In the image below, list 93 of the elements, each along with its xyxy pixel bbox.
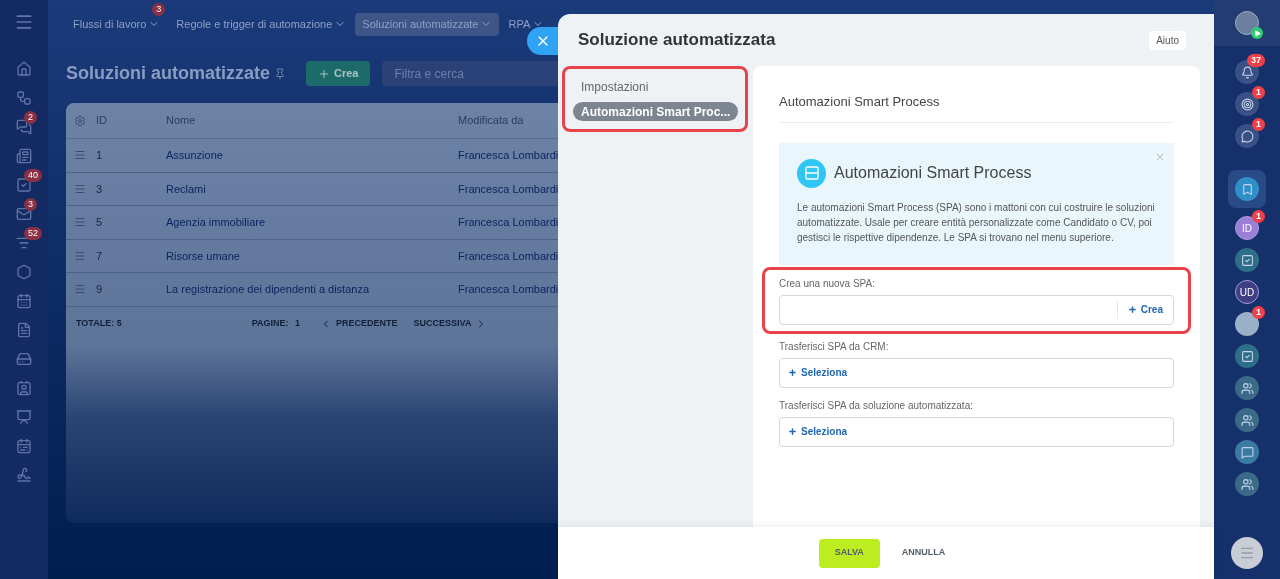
table-cell-text: 9 — [96, 282, 104, 297]
count-badge: 3 — [152, 2, 166, 16]
count-badge: 40 — [24, 169, 42, 182]
document-icon[interactable] — [16, 322, 32, 338]
checkbox-icon[interactable] — [16, 177, 32, 193]
drag-handle-icon[interactable] — [74, 249, 86, 262]
user-link[interactable]: Francesca Lombardi — [458, 147, 559, 164]
play-icon — [1251, 27, 1263, 39]
checkbox-icon[interactable] — [1235, 344, 1259, 368]
users-icon[interactable] — [1235, 408, 1259, 432]
menu-item[interactable]: Impostazioni — [573, 77, 657, 96]
chat-icon[interactable] — [16, 119, 32, 135]
column-header: Nome — [166, 113, 197, 129]
user-link[interactable]: Francesca Lombardi — [458, 281, 559, 298]
table-cell-text: 3 — [96, 181, 104, 197]
plus-icon — [788, 427, 797, 436]
input-field[interactable]: Crea — [779, 294, 1174, 325]
user-link[interactable]: Francesca Lombardi — [458, 214, 559, 231]
users-icon[interactable] — [1235, 472, 1259, 496]
count-badge: 2 — [24, 111, 37, 124]
count-badge: 1 — [1252, 86, 1265, 99]
nav-tab[interactable]: Soluzioni automatizzate — [355, 12, 500, 36]
user-link[interactable]: Francesca Lombardi — [458, 247, 559, 264]
table-cell-text: 1 — [96, 148, 104, 163]
column-header: Modificata da — [458, 113, 524, 129]
field-label: Crea una nuova SPA: — [779, 276, 876, 291]
page-title: Soluzioni automatizzate — [66, 62, 270, 85]
previous-button[interactable]: PRECEDENTE — [320, 316, 398, 331]
menu-item[interactable]: Automazioni Smart Proc... — [573, 102, 739, 121]
table-cell-text: 5 — [96, 215, 104, 230]
name-link[interactable]: Assunzione — [166, 147, 458, 164]
plus-icon — [318, 67, 330, 80]
drag-handle-icon[interactable] — [74, 216, 86, 229]
total-label: TOTALE: 5 — [76, 316, 122, 330]
pin-icon[interactable] — [274, 67, 286, 80]
user-link[interactable]: Francesca Lombardi — [458, 180, 559, 197]
info-text: Le automazioni Smart Process (SPA) sono i mattoni con cui costruire le soluzioni automatizzate. Usale per creare entità personalizzate come Candidato o CV, poi gestisci le rispettive dipendenze. Le SPA si trovano nel menu superiore. — [797, 200, 1156, 245]
count-badge: 1 — [1252, 306, 1265, 319]
save-button[interactable]: SALVA — [818, 538, 880, 568]
drive-icon[interactable] — [16, 351, 32, 367]
avatar[interactable] — [1235, 11, 1259, 35]
count-badge: 1 — [1252, 118, 1265, 131]
pages-label: PAGINE: 1 — [251, 316, 301, 330]
help-button[interactable]: Aiuto — [1149, 30, 1186, 50]
menu-icon[interactable] — [14, 12, 34, 32]
close-button[interactable] — [527, 27, 558, 55]
count-badge: 3 — [24, 198, 37, 211]
nav-tab[interactable]: Regole e trigger di automazione — [169, 12, 354, 36]
count-badge: 52 — [24, 227, 42, 240]
calendar-icon[interactable] — [16, 438, 32, 454]
table-cell-text: 7 — [96, 248, 104, 264]
select-field[interactable]: Seleziona — [779, 357, 1174, 388]
panel-title: Soluzione automatizzata — [578, 29, 776, 52]
bookmark-icon[interactable] — [1235, 177, 1259, 201]
name-link[interactable]: Reclami — [166, 180, 458, 197]
calendar-icon[interactable] — [16, 293, 32, 309]
menu-button[interactable] — [1231, 537, 1263, 569]
contact-icon[interactable] — [16, 380, 32, 396]
settings-icon[interactable] — [74, 114, 86, 127]
count-badge: 37 — [1247, 54, 1265, 67]
board-icon[interactable] — [16, 409, 32, 425]
count-badge: 1 — [1252, 210, 1265, 223]
section-title: Automazioni Smart Process — [779, 92, 1174, 123]
name-link[interactable]: La registrazione dei dipendenti a distanza — [166, 281, 458, 298]
home-icon[interactable] — [16, 61, 32, 77]
create-button[interactable]: Crea — [1116, 300, 1173, 319]
mail-icon[interactable] — [16, 206, 32, 222]
select-field[interactable]: Seleziona — [779, 416, 1174, 447]
chat-icon[interactable] — [1235, 440, 1259, 464]
field-label: Trasferisci SPA da CRM: — [779, 339, 890, 354]
drag-handle-icon[interactable] — [74, 283, 86, 296]
next-button[interactable]: SUCCESSIVA — [413, 316, 488, 331]
plus-icon — [788, 368, 797, 377]
hexagon-icon[interactable] — [16, 264, 32, 280]
create-button[interactable]: Crea — [306, 61, 371, 86]
drag-handle-icon[interactable] — [74, 182, 86, 195]
info-title: Automazioni Smart Process — [834, 163, 1032, 183]
nav-tab[interactable]: RPA — [501, 12, 552, 36]
users-icon[interactable] — [1235, 376, 1259, 400]
plus-icon — [1127, 305, 1137, 314]
initials-avatar[interactable]: UD — [1235, 280, 1259, 304]
name-link[interactable]: Risorse umane — [166, 247, 458, 264]
newspaper-icon[interactable] — [16, 148, 32, 164]
drag-handle-icon[interactable] — [74, 149, 86, 162]
field-label: Trasferisci SPA da soluzione automatizzata: — [779, 398, 974, 413]
menu-icon — [1239, 545, 1255, 561]
signature-icon[interactable] — [16, 467, 32, 483]
workflow-icon[interactable] — [16, 90, 32, 106]
checkbox-icon[interactable] — [1235, 248, 1259, 272]
column-header: ID — [96, 113, 108, 129]
name-link[interactable]: Agenzia immobiliare — [166, 214, 458, 231]
rows-icon — [797, 158, 826, 188]
cancel-button[interactable]: ANNULLA — [893, 538, 954, 568]
